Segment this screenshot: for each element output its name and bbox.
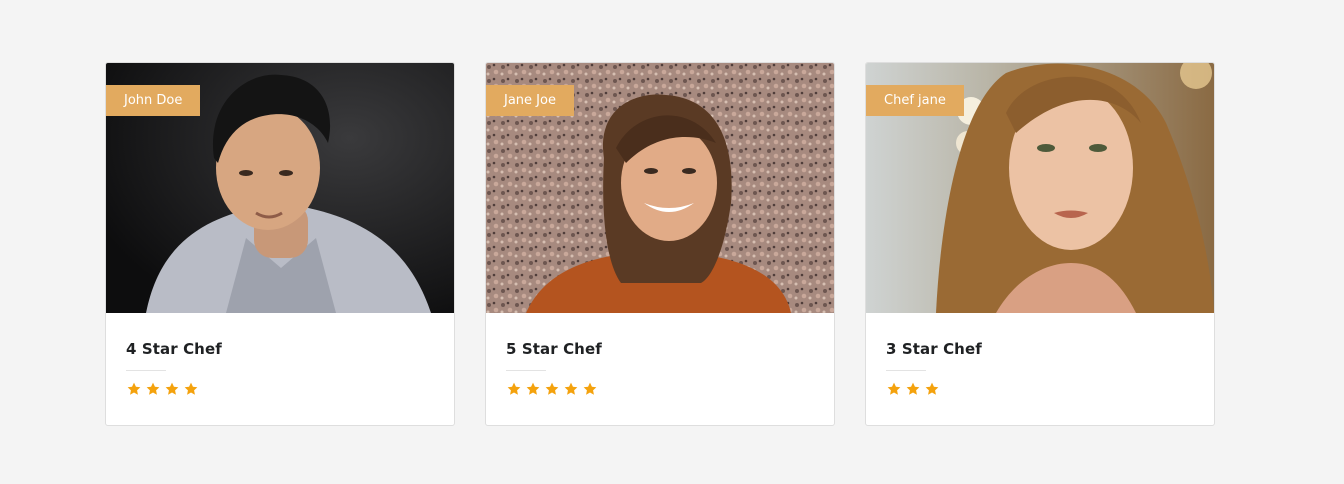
star-icon	[905, 381, 921, 397]
chef-rank-title: 3 Star Chef	[886, 340, 982, 358]
chef-name-tag: Jane Joe	[486, 85, 574, 116]
chef-card[interactable]: John Doe 4 Star Chef	[105, 62, 455, 426]
chef-card[interactable]: Jane Joe 5 Star Chef	[485, 62, 835, 426]
star-icon	[544, 381, 560, 397]
chef-rank-title: 5 Star Chef	[506, 340, 602, 358]
star-rating	[506, 381, 814, 397]
star-icon	[164, 381, 180, 397]
divider	[886, 370, 926, 371]
chef-photo: Chef jane	[866, 63, 1214, 313]
chef-photo: John Doe	[106, 63, 454, 313]
star-rating	[886, 381, 1194, 397]
chef-rank-title: 4 Star Chef	[126, 340, 222, 358]
star-icon	[145, 381, 161, 397]
star-icon	[886, 381, 902, 397]
star-rating	[126, 381, 434, 397]
star-icon	[563, 381, 579, 397]
divider	[126, 370, 166, 371]
chef-photo: Jane Joe	[486, 63, 834, 313]
divider	[506, 370, 546, 371]
star-icon	[924, 381, 940, 397]
star-icon	[582, 381, 598, 397]
star-icon	[126, 381, 142, 397]
chef-name-tag: Chef jane	[866, 85, 964, 116]
chef-cards: John Doe 4 Star Chef Jane Joe 5 Star Che…	[105, 62, 1215, 426]
chef-name-tag: John Doe	[106, 85, 201, 116]
star-icon	[506, 381, 522, 397]
star-icon	[183, 381, 199, 397]
chef-card[interactable]: Chef jane 3 Star Chef	[865, 62, 1215, 426]
star-icon	[525, 381, 541, 397]
